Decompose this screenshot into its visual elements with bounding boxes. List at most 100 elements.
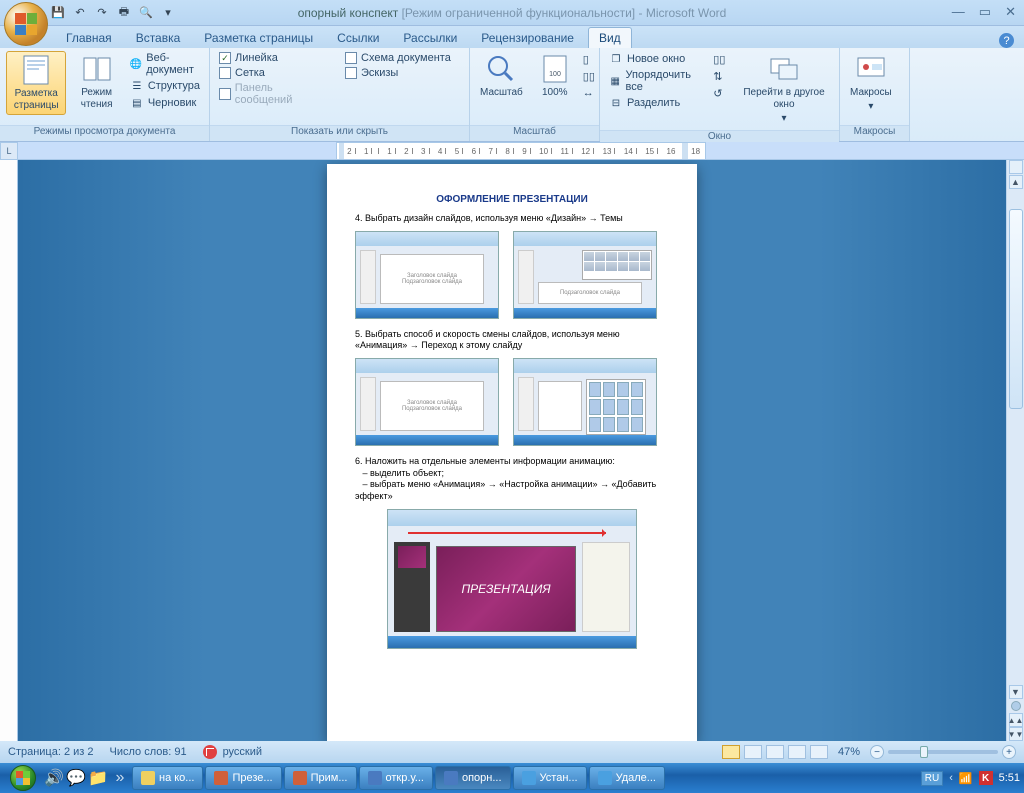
close-icon[interactable]: ✕ xyxy=(1005,4,1016,20)
switch-windows[interactable]: Перейти в другое окно▾ xyxy=(735,51,833,127)
view-web[interactable]: 🌐Веб-документ xyxy=(127,51,203,77)
browse-object-icon[interactable] xyxy=(1011,701,1021,711)
check-grid[interactable]: Сетка xyxy=(216,66,334,80)
view-outline-icon[interactable] xyxy=(788,745,806,759)
screenshot-large: ПРЕЗЕНТАЦИЯ xyxy=(387,509,637,649)
split-window[interactable]: ⊟Разделить xyxy=(606,95,705,111)
vertical-ruler[interactable] xyxy=(0,160,18,741)
office-button[interactable] xyxy=(4,2,48,46)
group-views-label: Режимы просмотра документа xyxy=(0,125,209,141)
switch-window-icon xyxy=(768,53,800,85)
taskbar-item[interactable]: Прим... xyxy=(284,766,357,790)
quicklaunch-icon[interactable]: 💬 xyxy=(66,766,86,790)
preview-icon[interactable]: 🔍 xyxy=(138,4,154,20)
quicklaunch-icon[interactable]: 🔊 xyxy=(44,766,64,790)
book-icon xyxy=(81,53,113,85)
svg-text:100: 100 xyxy=(549,71,561,78)
new-window[interactable]: ❐Новое окно xyxy=(606,51,705,67)
taskbar-item[interactable]: Устан... xyxy=(513,766,587,790)
reset-pos-icon[interactable]: ↺ xyxy=(713,87,727,100)
one-page-icon[interactable]: ▯ xyxy=(583,53,595,66)
zoom-out-icon[interactable]: − xyxy=(870,745,884,759)
next-page-icon[interactable]: ▼▼ xyxy=(1009,727,1023,741)
status-page[interactable]: Страница: 2 из 2 xyxy=(8,746,94,758)
page-width-icon[interactable]: ↔ xyxy=(583,87,595,99)
taskbar-item[interactable]: Удале... xyxy=(589,766,665,790)
zoom-100-button[interactable]: 100 100% xyxy=(535,51,575,101)
view-print-icon[interactable] xyxy=(722,745,740,759)
tab-review[interactable]: Рецензирование xyxy=(471,28,584,48)
vertical-scrollbar[interactable]: ▲ ▼ ▲▲ ▼▼ xyxy=(1006,160,1024,741)
group-zoom-label: Масштаб xyxy=(470,125,599,141)
status-bar: Страница: 2 из 2 Число слов: 91 русский … xyxy=(0,741,1024,763)
macros-icon xyxy=(855,53,887,85)
zoom-button[interactable]: Масштаб xyxy=(476,51,527,101)
view-outline[interactable]: ☰Структура xyxy=(127,78,203,94)
tray-kaspersky-icon[interactable]: K xyxy=(979,771,993,785)
screenshot-thumb: Подзаголовок слайда xyxy=(513,231,657,319)
save-icon[interactable]: 💾 xyxy=(50,4,66,20)
tray-expand-icon[interactable]: ‹ xyxy=(949,772,953,784)
status-lang[interactable]: русский xyxy=(203,745,262,759)
app-icon xyxy=(293,771,307,785)
view-draft-icon[interactable] xyxy=(810,745,828,759)
tray-network-icon[interactable]: 📶 xyxy=(959,772,973,785)
sync-scroll-icon[interactable]: ⇅ xyxy=(713,70,727,83)
prev-page-icon[interactable]: ▲▲ xyxy=(1009,713,1023,727)
new-window-icon: ❐ xyxy=(609,52,623,66)
status-words[interactable]: Число слов: 91 xyxy=(110,746,187,758)
redo-icon[interactable]: ↷ xyxy=(94,4,110,20)
tray-clock[interactable]: 5:51 xyxy=(999,772,1020,784)
checkbox-icon xyxy=(345,67,357,79)
window-title: опорный конспект [Режим ограниченной фун… xyxy=(298,6,727,20)
zoom-in-icon[interactable]: + xyxy=(1002,745,1016,759)
undo-icon[interactable]: ↶ xyxy=(72,4,88,20)
app-icon xyxy=(141,771,155,785)
view-read-icon[interactable] xyxy=(744,745,762,759)
help-icon[interactable]: ? xyxy=(999,33,1014,48)
view-reading[interactable]: Режим чтения xyxy=(74,51,118,113)
taskbar-item[interactable]: Презе... xyxy=(205,766,281,790)
taskbar-item[interactable]: опорн... xyxy=(435,766,511,790)
tab-references[interactable]: Ссылки xyxy=(327,28,389,48)
two-page-icon[interactable]: ▯▯ xyxy=(583,70,595,83)
tray-lang[interactable]: RU xyxy=(921,771,943,786)
check-ruler[interactable]: ✓Линейка xyxy=(216,51,334,65)
scroll-up-icon[interactable]: ▲ xyxy=(1009,175,1023,189)
view-draft[interactable]: ▤Черновик xyxy=(127,95,203,111)
minimize-icon[interactable]: — xyxy=(952,4,965,20)
system-tray: RU ‹ 📶 K 5:51 xyxy=(921,771,1020,786)
quicklaunch-icon[interactable]: 📁 xyxy=(88,766,108,790)
print-icon[interactable]: 🖶 xyxy=(116,4,132,20)
split-icon: ⊟ xyxy=(609,96,623,110)
horizontal-ruler[interactable]: 21 12345678910111213141516 18 xyxy=(336,142,706,160)
document-area: ОФОРМЛЕНИЕ ПРЕЗЕНТАЦИИ 4. Выбрать дизайн… xyxy=(0,160,1024,741)
zoom-level[interactable]: 47% xyxy=(838,746,860,758)
check-docmap[interactable]: Схема документа xyxy=(342,51,454,65)
ruler-corner[interactable]: L xyxy=(0,142,18,160)
check-thumbs[interactable]: Эскизы xyxy=(342,66,454,80)
document-page[interactable]: ОФОРМЛЕНИЕ ПРЕЗЕНТАЦИИ 4. Выбрать дизайн… xyxy=(327,164,697,741)
tab-home[interactable]: Главная xyxy=(56,28,122,48)
tab-mailings[interactable]: Рассылки xyxy=(393,28,467,48)
qat-more-icon[interactable]: ▾ xyxy=(160,4,176,20)
taskbar-item[interactable]: на ко... xyxy=(132,766,203,790)
zoom-slider[interactable] xyxy=(888,750,998,754)
group-macros-label: Макросы xyxy=(840,125,909,141)
tab-view[interactable]: Вид xyxy=(588,27,632,48)
view-web-icon[interactable] xyxy=(766,745,784,759)
scroll-thumb[interactable] xyxy=(1009,209,1023,409)
macros-button[interactable]: Макросы▾ xyxy=(846,51,896,115)
maximize-icon[interactable]: ▭ xyxy=(979,4,991,20)
tab-layout[interactable]: Разметка страницы xyxy=(194,28,323,48)
taskbar-item[interactable]: откр.у... xyxy=(359,766,433,790)
scroll-down-icon[interactable]: ▼ xyxy=(1009,685,1023,699)
arrange-all[interactable]: ▦Упорядочить все xyxy=(606,68,705,94)
app-icon xyxy=(368,771,382,785)
proofing-icon xyxy=(203,745,217,759)
group-show-label: Показать или скрыть xyxy=(210,125,469,141)
quicklaunch-more-icon[interactable]: » xyxy=(110,766,130,790)
tab-insert[interactable]: Вставка xyxy=(126,28,191,48)
side-by-side-icon[interactable]: ▯▯ xyxy=(713,53,727,66)
view-print-layout[interactable]: Разметка страницы xyxy=(6,51,66,115)
